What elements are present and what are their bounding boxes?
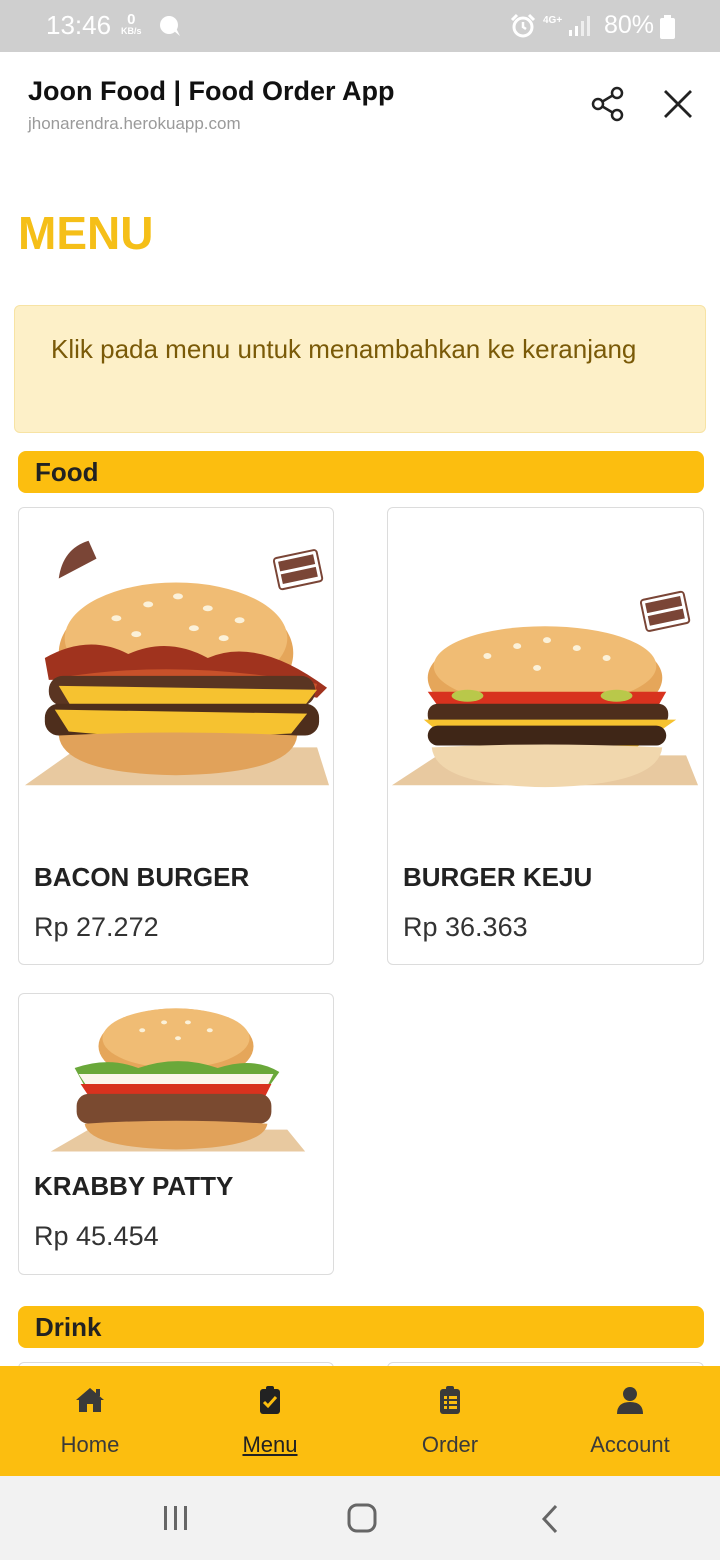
net-speed: 0 KB/s <box>121 12 142 36</box>
nav-label: Menu <box>242 1432 298 1457</box>
section-label-drink: Drink <box>35 1312 102 1342</box>
nav-label: Home <box>60 1432 120 1457</box>
menu-item-price: Rp 36.363 <box>403 912 528 942</box>
battery-percent: 80% <box>604 11 655 39</box>
nav-menu[interactable]: Menu <box>180 1366 360 1476</box>
nav-label: Account <box>590 1432 670 1457</box>
section-label-food: Food <box>35 457 99 487</box>
menu-item-price: Rp 27.272 <box>34 912 159 942</box>
info-alert: Klik pada menu untuk menambahkan ke kera… <box>14 305 706 433</box>
browser-title: Joon Food | Food Order App <box>28 76 395 106</box>
krabby-patty-image <box>50 1008 306 1152</box>
recent-apps-icon[interactable] <box>161 1504 191 1532</box>
status-bar: 13:46 0 KB/s 4G+ 80% <box>0 0 720 52</box>
network-type: 4G+ <box>543 15 563 26</box>
clipboard-check-icon <box>260 1386 280 1414</box>
section-header-food: Food <box>18 451 704 493</box>
net-speed-value: 0 <box>127 11 136 28</box>
section-header-drink: Drink <box>18 1306 704 1348</box>
home-button-icon[interactable] <box>347 1503 377 1533</box>
alarm-icon <box>510 13 536 38</box>
share-icon[interactable] <box>588 84 628 124</box>
status-time: 13:46 <box>46 10 112 40</box>
nav-label: Order <box>421 1432 479 1457</box>
user-icon <box>617 1387 643 1414</box>
close-icon[interactable] <box>660 86 696 122</box>
chat-bubble-icon <box>160 16 180 36</box>
menu-item-price: Rp 45.454 <box>34 1221 159 1251</box>
menu-item-name: BURGER KEJU <box>403 862 593 892</box>
browser-header: Joon Food | Food Order App jhonarendra.h… <box>0 52 720 152</box>
menu-card-bacon-burger[interactable]: BACON BURGER Rp 27.272 <box>18 507 334 965</box>
bottom-nav: Home Menu Order Account <box>0 1366 720 1476</box>
signal-icon <box>569 16 590 36</box>
browser-url[interactable]: jhonarendra.herokuapp.com <box>28 114 241 134</box>
page-title: MENU <box>18 207 154 259</box>
clipboard-list-icon <box>440 1386 460 1414</box>
menu-item-name: BACON BURGER <box>34 862 250 892</box>
burger-keju-image <box>391 590 699 788</box>
home-icon <box>76 1388 104 1412</box>
bacon-burger-image <box>24 540 330 786</box>
nav-order[interactable]: Order <box>360 1366 540 1476</box>
nav-account[interactable]: Account <box>540 1366 720 1476</box>
menu-card-krabby-patty[interactable]: KRABBY PATTY Rp 45.454 <box>18 993 334 1275</box>
android-nav-bar <box>0 1476 720 1560</box>
nav-home[interactable]: Home <box>0 1366 180 1476</box>
menu-card-burger-keju[interactable]: BURGER KEJU Rp 36.363 <box>387 507 704 965</box>
net-speed-unit: KB/s <box>121 26 142 36</box>
back-icon[interactable] <box>540 1504 560 1534</box>
menu-item-name: KRABBY PATTY <box>34 1171 234 1201</box>
battery-icon <box>660 15 675 39</box>
